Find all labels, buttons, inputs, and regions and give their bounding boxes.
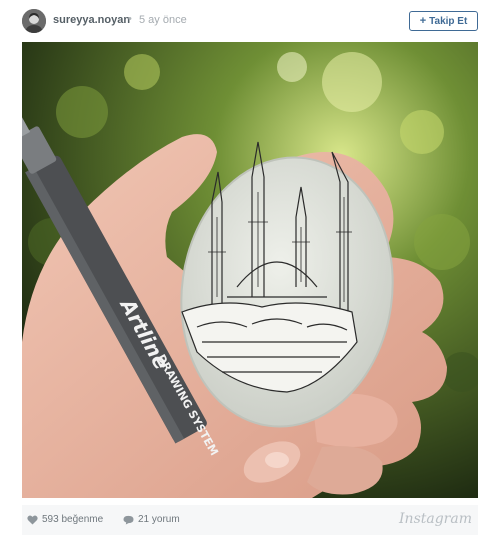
heart-icon xyxy=(27,515,38,525)
follow-button-label: Takip Et xyxy=(429,15,468,27)
post-time: 5 ay önce xyxy=(139,14,187,26)
follow-button[interactable]: + Takip Et xyxy=(409,11,478,31)
post-header: sureyya.noyan • 5 ay önce + Takip Et xyxy=(0,0,500,44)
avatar[interactable] xyxy=(22,9,46,33)
instagram-logo[interactable]: Instagram xyxy=(399,511,472,527)
likes-count[interactable]: 593 beğenme xyxy=(27,514,103,525)
comment-icon xyxy=(123,515,134,525)
username-link[interactable]: sureyya.noyan xyxy=(53,14,130,26)
photo-illustration: Artline DRAWING SYSTEM xyxy=(22,42,478,498)
avatar-image xyxy=(22,9,46,33)
separator-dot: • xyxy=(128,13,132,25)
comments-label: 21 yorum xyxy=(138,514,180,525)
post-card: sureyya.noyan • 5 ay önce + Takip Et Art… xyxy=(0,0,500,552)
plus-icon: + xyxy=(419,14,427,27)
comments-count[interactable]: 21 yorum xyxy=(123,514,180,525)
likes-label: 593 beğenme xyxy=(42,514,104,525)
post-footer: 593 beğenme 21 yorum Instagram xyxy=(22,505,478,535)
post-photo[interactable]: Artline DRAWING SYSTEM xyxy=(22,42,478,498)
